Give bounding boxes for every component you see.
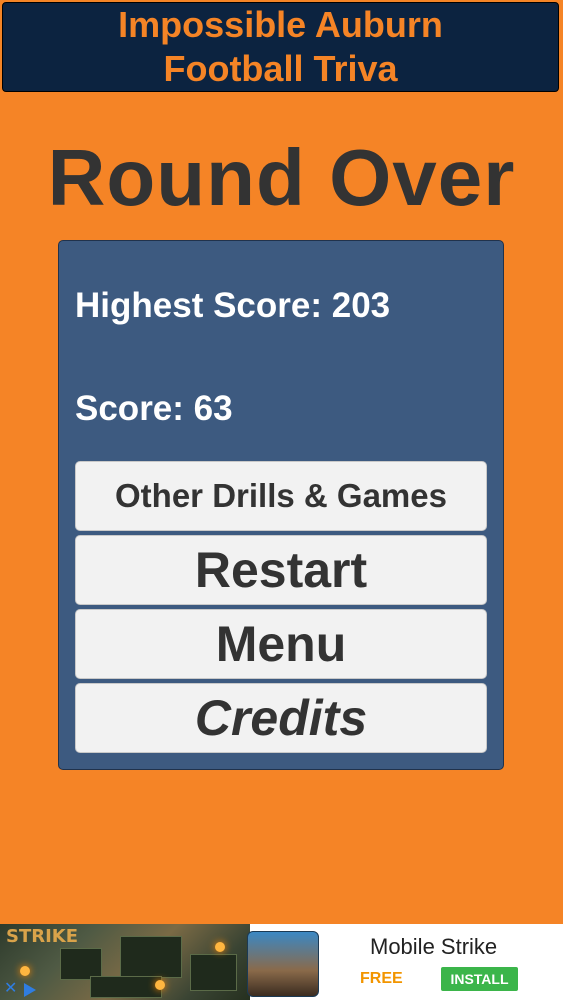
current-score-text: Score: 63 [75, 389, 233, 428]
other-drills-games-label: Other Drills & Games [115, 477, 447, 514]
round-over-heading: Round Over [47, 133, 516, 222]
ad-app-name: Mobile Strike [370, 934, 498, 959]
credits-button[interactable]: Credits [75, 683, 487, 753]
restart-label: Restart [194, 542, 368, 598]
results-panel: Highest Score: 203 Score: 63 Other Drill… [58, 240, 504, 770]
credits-label: Credits [194, 690, 368, 746]
ad-install-button[interactable]: INSTALL [441, 967, 518, 991]
game-title-bar: Impossible Auburn Football Triva [2, 2, 559, 92]
ad-banner[interactable]: STRIKE ✕ Mobile Strike FREE INSTALL [0, 924, 563, 1000]
ad-choices-icon[interactable] [24, 983, 36, 997]
menu-label: Menu [215, 616, 347, 672]
other-drills-games-button[interactable]: Other Drills & Games [75, 461, 487, 531]
ad-close-icon[interactable]: ✕ [4, 978, 17, 998]
menu-button[interactable]: Menu [75, 609, 487, 679]
restart-button[interactable]: Restart [75, 535, 487, 605]
ad-art-title: STRIKE [6, 926, 79, 947]
ad-game-artwork[interactable]: STRIKE ✕ [0, 924, 250, 1000]
app-icon[interactable] [247, 931, 319, 997]
game-title-line1: Impossible Auburn [118, 4, 443, 45]
game-title-line2: Football Triva [163, 48, 398, 89]
highest-score-text: Highest Score: 203 [75, 286, 391, 325]
ad-price-label: FREE [360, 970, 403, 987]
